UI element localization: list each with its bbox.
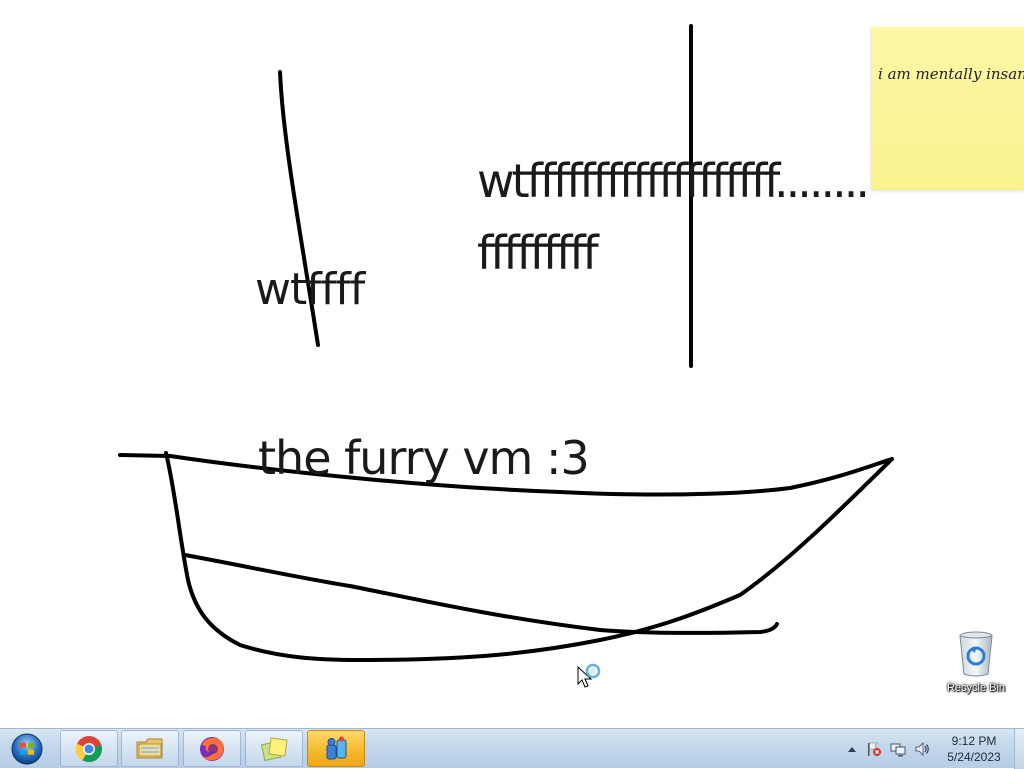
drawn-text-furry-vm: the furry vm :3 — [258, 431, 590, 485]
show-hidden-icons-icon[interactable] — [844, 741, 860, 757]
recycle-bin-icon — [959, 631, 993, 677]
clock-time: 9:12 PM — [951, 734, 997, 748]
sticky-note[interactable]: i am mentally insane — [872, 27, 1024, 190]
freehand-drawing — [118, 24, 894, 662]
show-desktop-button[interactable] — [1014, 729, 1024, 769]
firefox-icon — [200, 736, 224, 761]
drawn-text-long-line-2: fffffffff — [477, 226, 599, 280]
taskbar-sticky-notes-button[interactable] — [245, 730, 303, 767]
taskbar: 9:12 PM 5/24/2023 — [0, 728, 1024, 769]
boat-keel-stroke — [183, 553, 779, 635]
action-center-flag-icon[interactable] — [866, 741, 882, 757]
taskbar-explorer-button[interactable] — [121, 730, 179, 767]
recycle-bin-shortcut[interactable]: Recycle Bin — [942, 630, 1010, 700]
taskbar-firefox-button[interactable] — [183, 730, 241, 767]
drawn-text-wtffff: wtffff — [255, 264, 365, 315]
clock-date: 5/24/2023 — [947, 750, 1001, 764]
taskbar-clock[interactable]: 9:12 PM 5/24/2023 — [934, 733, 1014, 765]
volume-icon[interactable] — [914, 741, 930, 757]
taskbar-paint-button[interactable] — [307, 730, 365, 767]
network-icon[interactable] — [890, 741, 906, 757]
desktop[interactable]: wtffff wtfffffffffffffffffff........ fff… — [0, 0, 1024, 728]
file-explorer-icon — [136, 738, 163, 758]
paint-icon — [326, 736, 347, 759]
sticky-notes-icon — [260, 736, 288, 761]
busy-arrow-cursor — [577, 663, 601, 688]
start-button[interactable] — [4, 730, 50, 768]
sticky-note-text[interactable]: i am mentally insane — [878, 65, 1024, 83]
chrome-icon — [75, 735, 102, 762]
windows-start-orb-icon — [11, 733, 43, 765]
taskbar-chrome-button[interactable] — [60, 730, 118, 767]
recycle-bin-label: Recycle Bin — [946, 682, 1006, 694]
drawn-text-long-line-1: wtfffffffffffffffffff........ — [477, 154, 870, 208]
